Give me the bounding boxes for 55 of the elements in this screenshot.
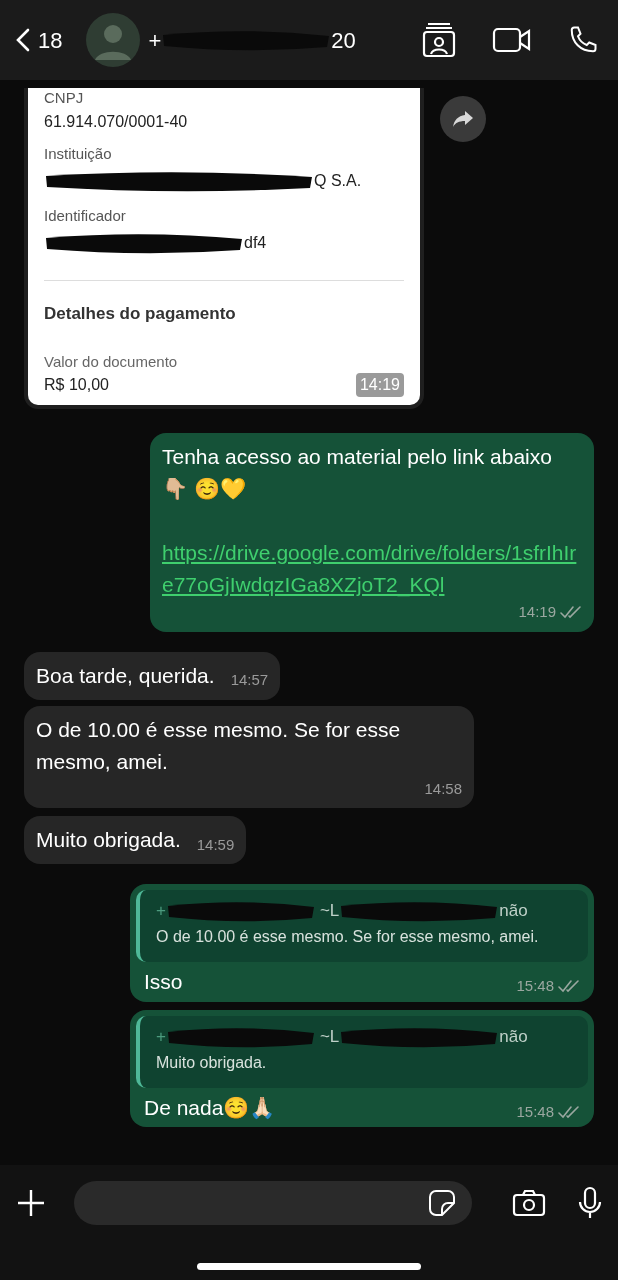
contact-name[interactable]: + bbox=[148, 23, 162, 57]
drive-link[interactable]: https://drive.google.com/drive/folders/1sfrIhIre77oGjIwdqzIGa8XZjoT2_KQl bbox=[162, 537, 582, 601]
contact-name[interactable]: 20 bbox=[331, 23, 356, 57]
quote-author: ~L bbox=[319, 900, 340, 923]
back-button[interactable]: 18 bbox=[16, 23, 63, 57]
message-text: Tenha acesso ao material pelo link abaixo 👇🏼 ☺💛 bbox=[162, 445, 552, 500]
camera-icon[interactable] bbox=[512, 1189, 546, 1217]
timestamp: 14:57 bbox=[230, 670, 269, 690]
timestamp: 14:58 bbox=[424, 778, 462, 799]
message-bubble[interactable]: Boa tarde, querida. 14:57 bbox=[24, 651, 281, 700]
timestamp: 14:19 bbox=[355, 373, 404, 397]
chevron-left-icon bbox=[16, 28, 30, 52]
field-label: Identificador bbox=[44, 206, 127, 226]
quote-author: não bbox=[499, 900, 528, 923]
field-label: Valor do documento bbox=[44, 351, 179, 372]
timestamp: 14:59 bbox=[196, 834, 235, 855]
quote-author: + bbox=[156, 900, 166, 923]
message-input[interactable] bbox=[74, 1181, 472, 1225]
message-text: Muito obrigada. bbox=[36, 827, 181, 853]
field-label: CNPJ bbox=[44, 88, 85, 108]
message-bubble[interactable]: Tenha acesso ao material pelo link abaixo 👇🏼 ☺💛 https://drive.google.com/drive/folders/1sfrIhIre77oGjIwdqzIGa8XZjoT2_KQl 14:19 bbox=[150, 433, 594, 632]
message-bubble[interactable]: + ~L não Muito obrigada. De nada☺🙏🏻 15:48 bbox=[130, 1009, 594, 1127]
quote-author: ~L bbox=[319, 1025, 340, 1048]
quoted-message[interactable]: + ~L não Muito obrigada. bbox=[136, 1015, 588, 1088]
message-text: Boa tarde, querida. bbox=[36, 662, 215, 689]
message-text: Isso bbox=[144, 969, 183, 995]
message-text: O de 10.00 é esse mesmo. Se for esse mesmo, amei. bbox=[36, 716, 402, 775]
video-camera-icon[interactable] bbox=[492, 27, 532, 53]
avatar[interactable] bbox=[86, 13, 141, 67]
phone-icon[interactable] bbox=[568, 25, 598, 55]
forward-button[interactable] bbox=[440, 96, 486, 142]
field-value: df4 bbox=[244, 233, 267, 253]
timestamp: 15:48 bbox=[516, 976, 554, 996]
field-label: Instituição bbox=[44, 144, 113, 164]
plus-icon[interactable] bbox=[16, 1188, 46, 1218]
amount: R$ 10,00 bbox=[44, 375, 109, 395]
quoted-message[interactable]: + ~L não O de 10.00 é esse mesmo. Se for esse mesmo, amei. bbox=[136, 890, 588, 962]
message-bubble[interactable]: + ~L não O de 10.00 é esse mesmo. Se for esse mesmo, amei. Isso 15:48 bbox=[130, 884, 594, 1002]
message-bubble[interactable]: O de 10.00 é esse mesmo. Se for esse mesmo, amei. 14:58 bbox=[24, 705, 474, 808]
contact-card-icon[interactable] bbox=[422, 22, 456, 58]
receipt-card[interactable]: CNPJ 61.914.070/0001-40 Instituição Q S.A. Identificador df4 Detalhes do pagamento Valor do documento R$ 10,00 14:19 bbox=[24, 88, 424, 409]
section-title: Detalhes do pagamento bbox=[44, 303, 237, 325]
quote-author: não bbox=[499, 1025, 528, 1048]
message-text: De nada☺🙏🏻 bbox=[144, 1094, 276, 1121]
timestamp: 14:19 bbox=[518, 602, 556, 622]
share-arrow-icon bbox=[452, 110, 474, 128]
quote-text: Muito obrigada. bbox=[156, 1052, 268, 1073]
sticker-icon[interactable] bbox=[428, 1189, 456, 1217]
quote-author: + bbox=[156, 1025, 166, 1048]
field-value: 61.914.070/0001-40 bbox=[44, 112, 188, 132]
microphone-icon[interactable] bbox=[578, 1186, 602, 1220]
message-bubble[interactable]: Muito obrigada. 14:59 bbox=[24, 816, 247, 864]
field-value: Q S.A. bbox=[314, 171, 362, 191]
timestamp: 15:48 bbox=[516, 1101, 554, 1122]
quote-text: O de 10.00 é esse mesmo. Se for esse mesmo, amei. bbox=[156, 927, 540, 947]
